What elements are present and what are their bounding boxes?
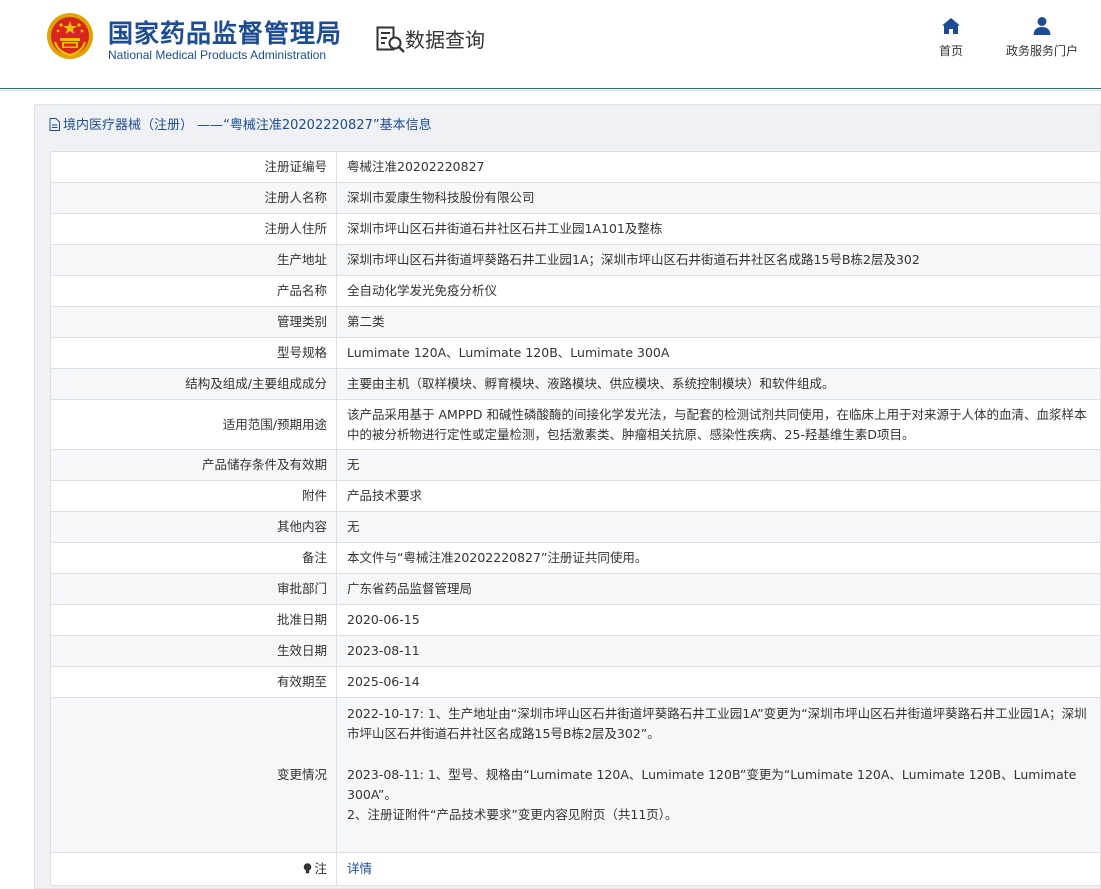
note-value-cell: 详情 [336, 852, 1101, 886]
panel-title: 境内医疗器械（注册） ——“粤械注准20202220827”基本信息 [49, 114, 432, 133]
home-icon [942, 18, 960, 34]
lightbulb-icon [304, 863, 312, 874]
nav-home-label: 首页 [938, 44, 963, 58]
change-entry: 2、注册证附件“产品技术要求”变更内容见附页（共11页）。 [347, 807, 678, 822]
note-label: 注 [314, 861, 327, 876]
note-label-cell: 注 [50, 852, 337, 886]
row-label: 管理类别 [50, 306, 337, 338]
row-value: 深圳市坪山区石井街道石井社区石井工业园1A101及整栋 [336, 213, 1101, 245]
document-search-icon [376, 26, 405, 53]
row-label: 产品储存条件及有效期 [50, 449, 337, 481]
row-label: 注册人住所 [50, 213, 337, 245]
row-value: 无 [336, 511, 1101, 543]
table-row: 产品名称 全自动化学发光免疫分析仪 [50, 275, 1101, 307]
row-label: 其他内容 [50, 511, 337, 543]
table-row: 结构及组成/主要组成成分 主要由主机（取样模块、孵育模块、液路模块、供应模块、系统… [50, 368, 1101, 400]
row-value: 全自动化学发光免疫分析仪 [336, 275, 1101, 307]
row-value: 第二类 [336, 306, 1101, 338]
change-entry: 2023-08-11: 1、型号、规格由“Lumimate 120A、Lumim… [347, 767, 1077, 802]
nav-service-portal[interactable]: 政务服务门户 [1000, 16, 1084, 59]
national-emblem-icon [47, 13, 93, 59]
row-value: 本文件与“粤械注准20202220827”注册证共同使用。 [336, 542, 1101, 574]
table-row-note: 注 详情 [50, 852, 1101, 886]
site-name-english: National Medical Products Administration [108, 48, 327, 62]
row-label: 型号规格 [50, 337, 337, 369]
document-icon [49, 118, 60, 131]
table-row: 产品储存条件及有效期无 [50, 449, 1101, 481]
table-row: 型号规格 Lumimate 120A、Lumimate 120B、Lumimate… [50, 337, 1101, 369]
table-row: 生产地址 深圳市坪山区石井街道坪葵路石井工业园1A；深圳市坪山区石井街道石井社区名… [50, 244, 1101, 276]
row-label: 批准日期 [50, 604, 337, 636]
table-row: 注册人住所 深圳市坪山区石井街道石井社区石井工业园1A101及整栋 [50, 213, 1101, 245]
nav-home[interactable]: 首页 [934, 16, 968, 59]
row-value: 深圳市爱康生物科技股份有限公司 [336, 182, 1101, 214]
site-name: 国家药品监督管理局 [108, 19, 343, 48]
table-row: 批准日期 2020-06-15 [50, 604, 1101, 636]
table-row: 生效日期 2023-08-11 [50, 635, 1101, 667]
change-entry: 2022-10-17: 1、生产地址由“深圳市坪山区石井街道坪葵路石井工业园1A… [347, 706, 1087, 741]
header-divider-shadow [0, 90, 1101, 91]
page-title: 数据查询 [405, 28, 485, 52]
row-value: 2023-08-11 [336, 635, 1101, 667]
row-label: 备注 [50, 542, 337, 574]
row-label: 注册人名称 [50, 182, 337, 214]
table-row: 管理类别 第二类 [50, 306, 1101, 338]
row-value: Lumimate 120A、Lumimate 120B、Lumimate 300… [336, 337, 1101, 369]
site-header: 国家药品监督管理局 National Medical Products Admi… [0, 0, 1101, 88]
table-row: 备注 本文件与“粤械注准20202220827”注册证共同使用。 [50, 542, 1101, 574]
row-value: 粤械注准20202220827 [336, 151, 1101, 183]
row-value: 无 [336, 449, 1101, 481]
row-value: 产品技术要求 [336, 480, 1101, 512]
row-label: 有效期至 [50, 666, 337, 698]
user-icon [1033, 17, 1051, 35]
table-row-changes: 变更情况 2022-10-17: 1、生产地址由“深圳市坪山区石井街道坪葵路石井… [50, 697, 1101, 853]
row-value: 广东省药品监督管理局 [336, 573, 1101, 605]
header-divider [0, 88, 1101, 89]
row-value: 深圳市坪山区石井街道坪葵路石井工业园1A；深圳市坪山区石井街道石井社区名成路15… [336, 244, 1101, 276]
row-label: 变更情况 [50, 697, 337, 853]
row-label: 产品名称 [50, 275, 337, 307]
row-label: 注册证编号 [50, 151, 337, 183]
row-value: 该产品采用基于 AMPPD 和碱性磷酸酶的间接化学发光法，与配套的检测试剂共同使… [336, 399, 1101, 450]
details-link[interactable]: 详情 [347, 861, 372, 876]
row-label: 审批部门 [50, 573, 337, 605]
row-value: 2025-06-14 [336, 666, 1101, 698]
table-row: 其他内容无 [50, 511, 1101, 543]
row-label: 适用范围/预期用途 [50, 399, 337, 450]
panel-title-text: 境内医疗器械（注册） ——“粤械注准20202220827”基本信息 [63, 118, 432, 133]
nav-service-portal-label: 政务服务门户 [1005, 44, 1078, 58]
table-row: 注册人名称 深圳市爱康生物科技股份有限公司 [50, 182, 1101, 214]
table-row: 适用范围/预期用途 该产品采用基于 AMPPD 和碱性磷酸酶的间接化学发光法，与配… [50, 399, 1101, 450]
row-value: 主要由主机（取样模块、孵育模块、液路模块、供应模块、系统控制模块）和软件组成。 [336, 368, 1101, 400]
row-label: 生效日期 [50, 635, 337, 667]
registration-info-table: 注册证编号 粤械注准20202220827 注册人名称 深圳市爱康生物科技股份有限公… [50, 151, 1101, 886]
row-label: 生产地址 [50, 244, 337, 276]
row-label: 结构及组成/主要组成成分 [50, 368, 337, 400]
table-row: 审批部门 广东省药品监督管理局 [50, 573, 1101, 605]
change-history: 2022-10-17: 1、生产地址由“深圳市坪山区石井街道坪葵路石井工业园1A… [336, 697, 1101, 853]
row-label: 附件 [50, 480, 337, 512]
row-value: 2020-06-15 [336, 604, 1101, 636]
table-row: 注册证编号 粤械注准20202220827 [50, 151, 1101, 183]
table-row: 有效期至 2025-06-14 [50, 666, 1101, 698]
table-row: 附件 产品技术要求 [50, 480, 1101, 512]
